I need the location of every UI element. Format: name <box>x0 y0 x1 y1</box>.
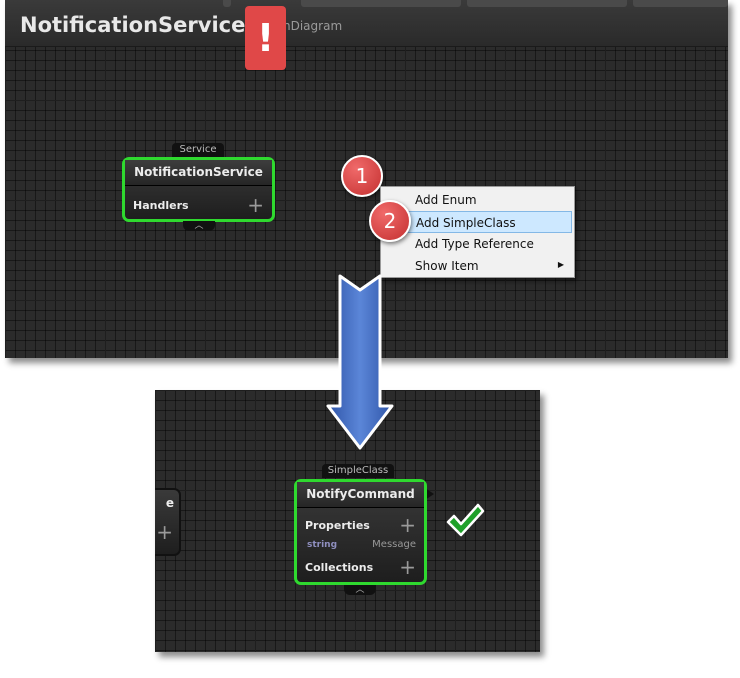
check-icon <box>446 503 485 537</box>
window-subtitle: nDiagram <box>283 19 343 33</box>
node-title[interactable]: NotificationService <box>125 160 272 186</box>
add-button[interactable]: + <box>156 520 173 544</box>
handlers-section: Handlers + <box>125 193 272 217</box>
property-name: Message <box>372 539 416 550</box>
menu-item-add-simpleclass[interactable]: Add SimpleClass <box>383 211 572 233</box>
step-badge-2: 2 <box>369 200 411 242</box>
menu-item-label: Show Item <box>415 259 479 273</box>
add-handler-button[interactable]: + <box>247 193 264 217</box>
menu-item-show-item[interactable]: Show Item ▶ <box>383 255 572 277</box>
tab-stub[interactable] <box>301 0 461 7</box>
tab-stub[interactable] <box>223 0 231 7</box>
collapse-toggle[interactable]: ︿ <box>344 585 376 595</box>
menu-item-add-enum[interactable]: Add Enum <box>383 189 572 211</box>
section-label: Collections <box>305 561 374 574</box>
property-type: string <box>307 540 338 550</box>
tab-stub[interactable] <box>467 0 627 7</box>
menu-item-label: Add Enum <box>415 193 477 207</box>
service-node[interactable]: NotificationService Handlers + <box>122 157 275 222</box>
menu-item-label: Add SimpleClass <box>416 216 516 230</box>
partial-node[interactable]: e + <box>155 488 181 556</box>
node-type-tag: Service <box>172 143 224 157</box>
title-bar: NotificationService nDiagram <box>5 0 728 47</box>
add-collection-button[interactable]: + <box>399 555 416 579</box>
properties-section: Properties + <box>297 513 424 537</box>
collections-section: Collections + <box>297 555 424 579</box>
node-type-tag: SimpleClass <box>322 464 394 478</box>
window-title: NotificationService <box>20 13 246 37</box>
section-label: Handlers <box>133 199 189 212</box>
simpleclass-node[interactable]: NotifyCommand Properties + string Messag… <box>294 479 427 585</box>
warning-icon: ! <box>245 6 286 70</box>
property-row[interactable]: string Message <box>297 536 424 556</box>
section-label: Properties <box>305 519 370 532</box>
menu-item-add-type-reference[interactable]: Add Type Reference <box>383 233 572 255</box>
add-property-button[interactable]: + <box>399 513 416 537</box>
tab-stub[interactable] <box>633 0 728 7</box>
collapse-toggle[interactable]: ︿ <box>183 221 215 231</box>
menu-item-label: Add Type Reference <box>415 237 534 251</box>
partial-node-title: e <box>165 496 174 510</box>
arrow-down-icon <box>326 274 394 450</box>
node-title[interactable]: NotifyCommand <box>297 482 424 508</box>
context-menu: Add Enum Add SimpleClass Add Type Refere… <box>380 186 575 278</box>
step-badge-1: 1 <box>341 155 383 197</box>
submenu-arrow-icon: ▶ <box>557 260 564 269</box>
